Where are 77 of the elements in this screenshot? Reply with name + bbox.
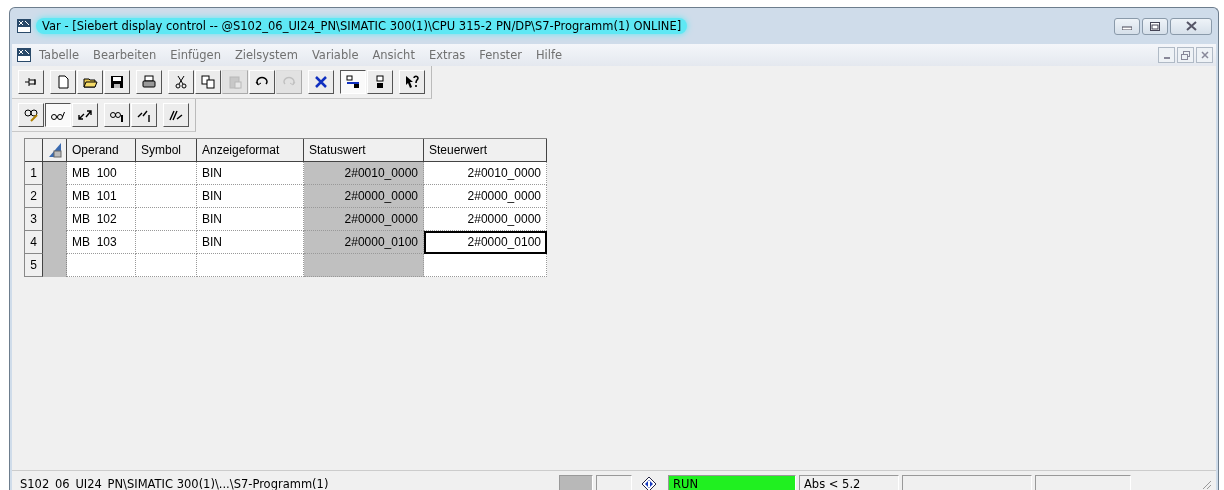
- toolbar-button[interactable]: [45, 103, 71, 127]
- table-cell: BIN: [197, 208, 304, 231]
- row-marker: [43, 162, 67, 185]
- document-icon: [16, 47, 32, 63]
- table-cell: [136, 231, 197, 254]
- menu-item[interactable]: Tabelle: [32, 48, 86, 62]
- table-cell: 2#0000_0000: [304, 185, 424, 208]
- arrows-icon: [77, 107, 93, 123]
- table-cell: BIN: [197, 231, 304, 254]
- restore-button[interactable]: [1177, 47, 1194, 63]
- menu-item[interactable]: Bearbeiten: [86, 48, 164, 62]
- printer-icon: [141, 74, 157, 90]
- close-button[interactable]: [1196, 47, 1213, 63]
- table-cell: MB 103: [67, 231, 136, 254]
- table-cell[interactable]: 2#0000_0000: [424, 185, 547, 208]
- status-segment: [559, 475, 593, 490]
- table-cell: 2#0010_0000: [304, 162, 424, 185]
- table-cell[interactable]: 2#0000_0000: [424, 208, 547, 231]
- table-cell: [136, 208, 197, 231]
- help-pointer-icon: [404, 74, 420, 90]
- cross-icon: [313, 74, 329, 90]
- menu-item[interactable]: Variable: [304, 48, 366, 62]
- diamond-status-icon: [641, 476, 657, 490]
- close-button[interactable]: [1170, 17, 1212, 35]
- table-settings-icon[interactable]: [47, 142, 62, 158]
- menu-item[interactable]: Ansicht: [365, 48, 422, 62]
- status-path: S102_06_UI24_PN\SIMATIC 300(1)\...\S7-Programm(1): [19, 476, 330, 490]
- table-cell[interactable]: 2#0000_0100: [424, 231, 547, 254]
- table-cell: [67, 254, 136, 277]
- table-cell: MB 102: [67, 208, 136, 231]
- column-header[interactable]: Operand: [67, 139, 136, 162]
- minimize-button[interactable]: [1158, 47, 1175, 63]
- table-cell: BIN: [197, 162, 304, 185]
- close-icon: [1200, 51, 1209, 59]
- maximize-icon: [1150, 21, 1160, 31]
- clipboard-icon: [227, 74, 243, 90]
- table-cell: 2#0000_0100: [304, 231, 424, 254]
- menu-item[interactable]: Fenster: [472, 48, 529, 62]
- window-title: Var - [Siebert display control -- @S102_06_UI24_PN\SIMATIC 300(1)\CPU 315-2 PN/DP\S7-Programm(1) ONLINE]: [36, 18, 688, 34]
- row-marker: [43, 254, 67, 277]
- table-cell: [136, 162, 197, 185]
- column-header[interactable]: Anzeigeformat: [197, 139, 304, 162]
- table-cell: [136, 185, 197, 208]
- row-number[interactable]: 2: [25, 185, 43, 208]
- table-cell[interactable]: 2#0010_0000: [424, 162, 547, 185]
- menu-item[interactable]: Einfügen: [163, 48, 228, 62]
- new-document-icon: [55, 74, 71, 90]
- column-header[interactable]: Steuerwert: [424, 139, 547, 162]
- table-cell: BIN: [197, 185, 304, 208]
- table-cell: 2#0000_0000: [304, 208, 424, 231]
- run-status: RUN: [668, 475, 796, 490]
- restore-icon: [1181, 50, 1190, 60]
- column-header[interactable]: Symbol: [136, 139, 197, 162]
- table-cell: MB 101: [67, 185, 136, 208]
- table-cell: [136, 254, 197, 277]
- header-corner[interactable]: [25, 139, 43, 162]
- maximize-button[interactable]: [1142, 17, 1168, 35]
- app-icon: [16, 18, 32, 34]
- glasses-pen-icon: [23, 107, 39, 123]
- row-number[interactable]: 3: [25, 208, 43, 231]
- column-header[interactable]: Statuswert: [304, 139, 424, 162]
- close-icon: [1185, 21, 1197, 31]
- scissors-icon: [173, 74, 189, 90]
- copy-icon: [200, 74, 216, 90]
- menu-item[interactable]: Extras: [421, 48, 473, 62]
- status-info: Abs < 5.2: [799, 475, 899, 490]
- table-cell[interactable]: [424, 254, 547, 277]
- row-number[interactable]: 5: [25, 254, 43, 277]
- toolbar-button[interactable]: [340, 70, 366, 94]
- row-number[interactable]: 1: [25, 162, 43, 185]
- row-number[interactable]: 4: [25, 231, 43, 254]
- status-segment: [596, 475, 632, 490]
- table-cell: MB 100: [67, 162, 136, 185]
- resize-grip-icon[interactable]: [1200, 478, 1212, 490]
- menu-item[interactable]: Zielsystem: [227, 48, 305, 62]
- network-icon: [345, 74, 361, 90]
- menu-item[interactable]: Hilfe: [528, 48, 570, 62]
